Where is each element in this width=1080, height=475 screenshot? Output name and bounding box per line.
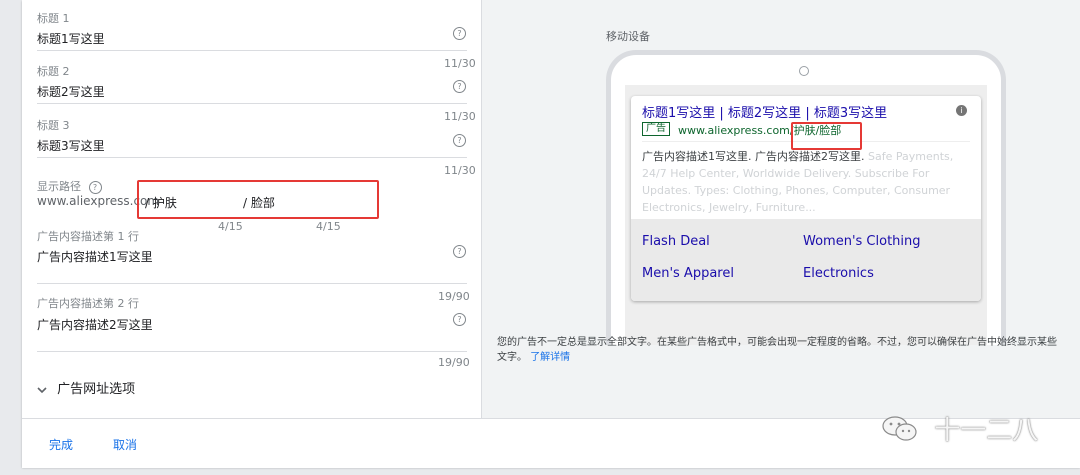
cancel-button[interactable]: 取消: [113, 436, 137, 453]
headline-1-underline: [37, 50, 467, 51]
ad-preview-panel: 移动设备 标题1写这里 | 标题2写这里 | 标题3写这里 i 广告 www.a…: [481, 0, 1080, 418]
ad-description: 广告内容描述1写这里. 广告内容描述2写这里. Safe Payments, 2…: [642, 148, 967, 216]
disclaimer-text: 您的广告不一定总是显示全部文字。在某些广告格式中，可能会出现一定程度的省略。不过…: [497, 337, 1057, 363]
phone-frame: 标题1写这里 | 标题2写这里 | 标题3写这里 i 广告 www.aliexp…: [606, 50, 1006, 345]
sitelink-mens-apparel[interactable]: Men's Apparel: [642, 266, 734, 281]
display-path-label: 显示路径 ?: [37, 178, 102, 194]
headline-1-label: 标题 1: [37, 12, 70, 25]
phone-screen: 标题1写这里 | 标题2写这里 | 标题3写这里 i 广告 www.aliexp…: [625, 85, 987, 345]
sitelinks: Flash Deal Women's Clothing Men's Appare…: [631, 219, 981, 301]
sitelink-electronics[interactable]: Electronics: [803, 266, 874, 281]
camera-icon: [799, 66, 809, 76]
description-2-label: 广告内容描述第 2 行: [37, 297, 139, 310]
headline-3-underline: [37, 157, 467, 158]
help-icon[interactable]: ?: [453, 313, 466, 326]
display-path-label-text: 显示路径: [37, 180, 81, 193]
headline-2-label: 标题 2: [37, 65, 70, 78]
highlight-box-url: [791, 122, 862, 150]
ad-headline[interactable]: 标题1写这里 | 标题2写这里 | 标题3写这里: [642, 102, 887, 121]
description-2-underline: [37, 351, 467, 352]
wechat-logo-icon: [882, 415, 917, 441]
description-1-underline: [37, 283, 467, 284]
ad-editor-card: 标题 1 标题1写这里 ? 11/30 标题 2 标题2写这里 ? 11/30 …: [22, 0, 1080, 468]
headline-2-counter: 11/30: [444, 110, 476, 123]
url-options-label: 广告网址选项: [57, 382, 136, 397]
help-icon[interactable]: ?: [88, 181, 102, 194]
preview-device-title: 移动设备: [606, 30, 650, 43]
headline-3-counter: 11/30: [444, 164, 476, 177]
url-options-expander[interactable]: 广告网址选项: [37, 378, 135, 397]
learn-more-link[interactable]: 了解详情: [530, 352, 570, 363]
description-1-counter: 19/90: [438, 290, 470, 303]
headline-1-input[interactable]: 标题1写这里: [37, 30, 105, 47]
chevron-down-icon: [37, 386, 47, 393]
info-icon[interactable]: i: [956, 105, 967, 116]
help-icon[interactable]: ?: [453, 80, 466, 93]
description-1-label: 广告内容描述第 1 行: [37, 230, 139, 243]
description-1-input[interactable]: 广告内容描述1写这里: [37, 248, 153, 265]
headline-3-label: 标题 3: [37, 119, 70, 132]
ad-form: 标题 1 标题1写这里 ? 11/30 标题 2 标题2写这里 ? 11/30 …: [22, 0, 481, 418]
help-icon[interactable]: ?: [453, 27, 466, 40]
highlight-box-path: [137, 180, 379, 219]
watermark: 十一二八: [880, 410, 1038, 447]
ad-badge: 广告: [642, 122, 670, 136]
watermark-text: 十一二八: [934, 416, 1039, 446]
description-2-input[interactable]: 广告内容描述2写这里: [37, 316, 153, 333]
headline-3-input[interactable]: 标题3写这里: [37, 137, 105, 154]
path-2-counter: 4/15: [316, 220, 341, 233]
sitelink-womens-clothing[interactable]: Women's Clothing: [803, 234, 921, 249]
description-2-counter: 19/90: [438, 356, 470, 369]
sitelink-flash-deal[interactable]: Flash Deal: [642, 234, 710, 249]
headline-2-underline: [37, 103, 467, 104]
preview-disclaimer: 您的广告不一定总是显示全部文字。在某些广告格式中，可能会出现一定程度的省略。不过…: [497, 335, 1057, 365]
help-icon[interactable]: ?: [453, 245, 466, 258]
headline-1-counter: 11/30: [444, 57, 476, 70]
help-icon[interactable]: ?: [453, 134, 466, 147]
done-button[interactable]: 完成: [49, 436, 73, 453]
ad-description-main: 广告内容描述1写这里. 广告内容描述2写这里.: [642, 150, 865, 163]
path-1-counter: 4/15: [218, 220, 243, 233]
headline-2-input[interactable]: 标题2写这里: [37, 83, 105, 100]
